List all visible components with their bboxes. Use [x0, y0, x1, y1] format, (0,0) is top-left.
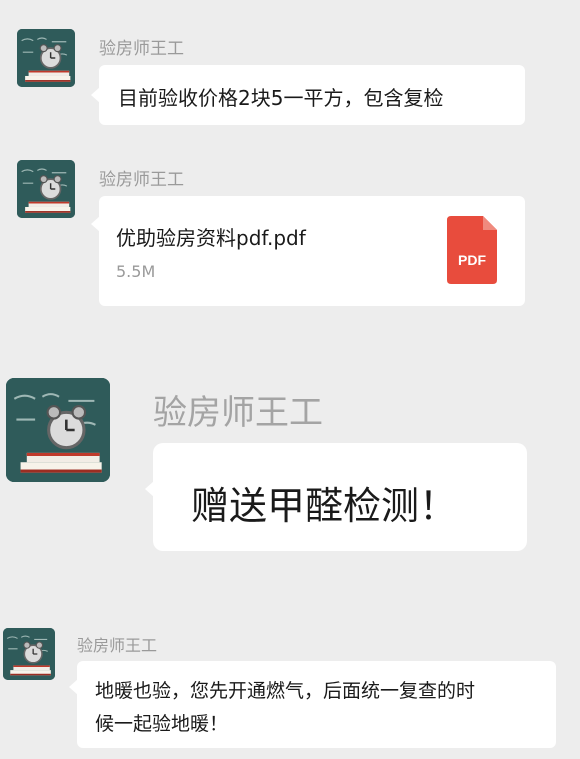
teacher-avatar-icon — [17, 29, 75, 87]
pdf-type-label: PDF — [458, 252, 486, 268]
avatar[interactable] — [3, 628, 55, 680]
message-text-line-2: 候一起验地暖！ — [95, 713, 229, 735]
avatar[interactable] — [17, 160, 75, 218]
message-text: 目前验收价格2块5一平方，包含复检 — [118, 86, 444, 110]
message-bubble[interactable]: 赠送甲醛检测！ — [145, 443, 527, 551]
teacher-avatar-icon — [6, 378, 110, 482]
message-text-line-1: 地暖也验，您先开通燃气，后面统一复查的时 — [95, 680, 476, 702]
pdf-file-icon: PDF — [447, 216, 497, 284]
message-bubble[interactable]: 目前验收价格2块5一平方，包含复检 — [91, 65, 525, 125]
message-text: 赠送甲醛检测！ — [191, 484, 458, 528]
file-size: 5.5M — [116, 262, 156, 281]
avatar[interactable] — [17, 29, 75, 87]
sender-name: 验房师王工 — [153, 393, 323, 433]
sender-name: 验房师王工 — [99, 39, 184, 59]
sender-name: 验房师王工 — [77, 636, 158, 655]
file-message-card[interactable]: 优助验房资料pdf.pdf 5.5M PDF — [91, 196, 525, 306]
message-bubble[interactable]: 地暖也验，您先开通燃气，后面统一复查的时 候一起验地暖！ — [69, 661, 556, 748]
avatar[interactable] — [6, 378, 110, 482]
teacher-avatar-icon — [3, 628, 55, 680]
sender-name: 验房师王工 — [99, 170, 184, 190]
teacher-avatar-icon — [17, 160, 75, 218]
file-name: 优助验房资料pdf.pdf — [116, 226, 306, 250]
